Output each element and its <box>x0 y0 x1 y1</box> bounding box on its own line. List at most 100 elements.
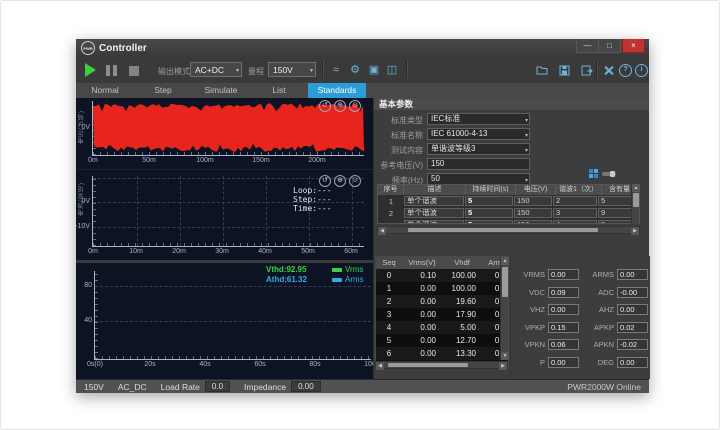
measurement-label: DEG <box>597 357 614 367</box>
column-header: Seq <box>382 258 396 267</box>
param-select[interactable]: IEC 61000-4-13 ▾ <box>427 128 530 140</box>
status-mode: AC_DC <box>117 381 147 392</box>
step-table-hscrollbar[interactable]: ◀ ▶ <box>377 226 640 235</box>
cell: 5 <box>465 220 513 223</box>
seq-table-vscrollbar[interactable]: ▲ ▼ <box>500 257 509 360</box>
cell: 0.00 <box>420 349 436 358</box>
scroll-down-icon[interactable]: ▼ <box>501 352 509 360</box>
info-icon[interactable]: i <box>634 63 649 77</box>
thd-plot-area <box>94 271 371 360</box>
param-select[interactable]: 单谐波等级3 ▾ <box>427 143 530 155</box>
settings-icon[interactable]: ⊙ <box>349 175 361 187</box>
close-button[interactable]: × <box>622 39 645 53</box>
measurement-value: 0.00 <box>548 303 579 315</box>
cell: 100.00 <box>451 284 476 293</box>
pause-icon[interactable] <box>106 65 117 76</box>
measurement-value: 0.00 <box>617 303 648 315</box>
table-row[interactable]: 50.0012.700.0 <box>376 334 508 347</box>
status-range: 150V <box>84 381 104 392</box>
step-table-vscrollbar[interactable]: ▲ <box>631 184 640 224</box>
table-row[interactable]: 40.005.000.0 <box>376 321 508 334</box>
table-row[interactable]: 60.0013.300.0 <box>376 347 508 360</box>
settings-icon[interactable]: ⊙ <box>349 100 361 112</box>
tools-icon[interactable] <box>601 63 616 77</box>
x-tick-label: 0m <box>88 248 98 255</box>
mini-slider[interactable] <box>602 171 616 177</box>
save-icon[interactable] <box>557 63 572 77</box>
gear-icon[interactable]: ⚙ <box>347 62 363 78</box>
help-icon[interactable]: ? <box>618 63 633 77</box>
cell: 单个谐波 <box>404 208 464 218</box>
tab-step[interactable]: Step <box>134 83 192 98</box>
cell: 2 <box>386 297 392 306</box>
param-input[interactable]: 150 <box>427 158 530 170</box>
measurement-value: 0.00 <box>617 268 648 280</box>
table-row[interactable]: 3单个谐波5150451 <box>378 219 639 223</box>
expand-grid-icon[interactable] <box>589 169 598 178</box>
table-row[interactable]: 20.0019.600.0 <box>376 295 508 308</box>
legend-item: Arms <box>332 275 364 284</box>
table-row[interactable]: 30.0017.900.0 <box>376 308 508 321</box>
play-icon[interactable] <box>85 63 96 77</box>
cell: 19.60 <box>455 297 476 306</box>
measurement-value: 0.06 <box>548 338 579 350</box>
instrument-icon[interactable]: ▣ <box>366 62 382 78</box>
cell: 单个谐波 <box>404 220 464 223</box>
export-icon[interactable] <box>579 63 594 77</box>
step-table: 序号描述持续时间(s)电压(V)谐波1（次）含有量1时间间隔(s1单个谐波515… <box>377 184 640 224</box>
range-select[interactable]: 150V ▾ <box>268 62 316 77</box>
table-row[interactable]: 1单个谐波5150251 <box>378 195 639 207</box>
cell: 2 <box>553 196 597 206</box>
impedance-value: 0.00 <box>291 381 321 392</box>
minimize-button[interactable]: — <box>576 39 599 53</box>
cell: 1 <box>388 196 394 206</box>
param-row: 参考电压(V) 150 <box>374 158 649 171</box>
chevron-down-icon: ▾ <box>235 68 239 74</box>
scroll-left-icon[interactable]: ◀ <box>376 362 384 370</box>
folder-open-icon[interactable] <box>534 63 549 77</box>
maximize-button[interactable]: □ <box>598 39 621 53</box>
scrollbar-thumb[interactable] <box>408 228 598 232</box>
scroll-right-icon[interactable]: ▶ <box>499 362 507 370</box>
waveform-icon[interactable]: ≈ <box>328 62 344 78</box>
zoom-icon[interactable]: ⊕ <box>334 175 346 187</box>
zoom-icon[interactable]: ⊕ <box>334 100 346 112</box>
x-tick-label: 100m <box>196 157 214 164</box>
y-tick-label: 0V <box>81 124 90 131</box>
tab-simulate[interactable]: Simulate <box>192 83 250 98</box>
table-row[interactable]: 00.10100.000.0 <box>376 269 508 282</box>
screen-icon[interactable]: ◫ <box>384 62 400 78</box>
load-rate-label: Load Rate <box>160 381 200 392</box>
scroll-up-icon[interactable]: ▲ <box>632 184 640 192</box>
param-select[interactable]: IEC标准 ▾ <box>427 113 530 125</box>
table-row[interactable]: 10.00100.000.0 <box>376 282 508 295</box>
scroll-right-icon[interactable]: ▶ <box>631 227 639 235</box>
tab-standards[interactable]: Standards <box>308 83 366 98</box>
x-tick-label: 50m <box>142 157 156 164</box>
table-row[interactable]: 2单个谐波5150391 <box>378 207 639 219</box>
column-header: 持续时间(s) <box>466 185 516 195</box>
refresh-icon[interactable]: ↺ <box>319 100 331 112</box>
cell: 150 <box>514 196 552 206</box>
scrollbar-thumb[interactable] <box>633 193 639 207</box>
tab-normal[interactable]: Normal <box>76 83 134 98</box>
seq-table-hscrollbar[interactable]: ◀ ▶ <box>375 361 508 370</box>
output-mode-select[interactable]: AC+DC ▾ <box>190 62 242 77</box>
scrollbar-thumb[interactable] <box>388 363 468 367</box>
param-label: 标准类型 <box>391 116 423 125</box>
thd-annotation: Athd:61.32 <box>266 275 307 284</box>
section-title: 基本参数 <box>374 98 649 110</box>
measurement-value: 0.00 <box>548 356 579 368</box>
x-tick-label: 80s <box>309 361 321 368</box>
x-tick-label: 20s <box>144 361 156 368</box>
tab-list[interactable]: List <box>250 83 308 98</box>
x-tick-label: 20m <box>172 248 186 255</box>
scroll-left-icon[interactable]: ◀ <box>378 227 386 235</box>
legend-item: Vrms <box>332 265 363 274</box>
charts-column: 电压(伏特) 0m 50m 100m 150m 200m 0V ↺ ⊕ ⊙ 电流(安培) 0m 1… <box>76 98 373 379</box>
measurement-label: ADC <box>598 287 614 297</box>
toolbar-separator <box>406 61 408 78</box>
stop-icon[interactable] <box>129 66 139 76</box>
scroll-up-icon[interactable]: ▲ <box>501 257 509 265</box>
scrollbar-thumb[interactable] <box>502 267 508 297</box>
